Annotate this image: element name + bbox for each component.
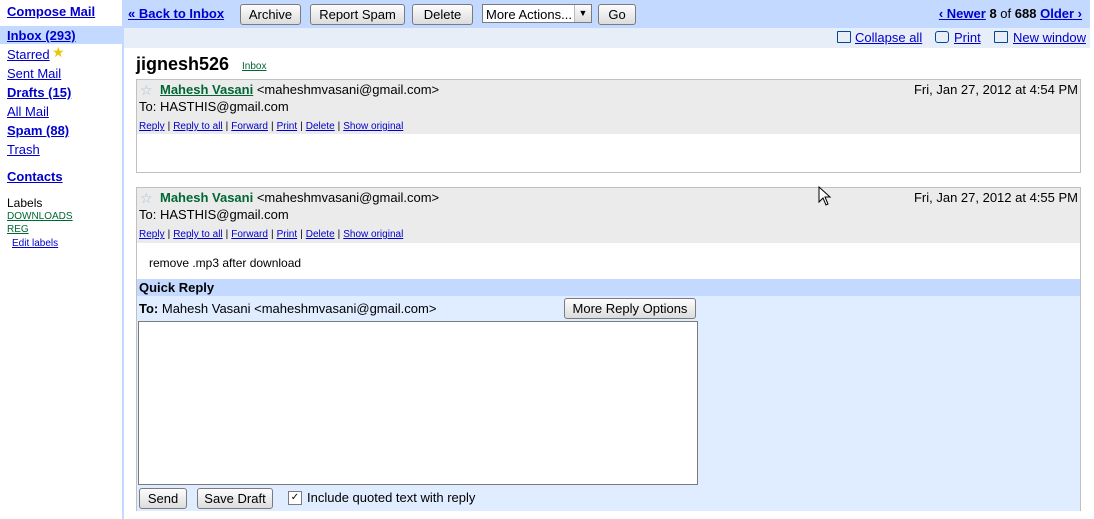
labels-heading: Labels (7, 196, 43, 210)
pager-total: 688 (1014, 6, 1037, 21)
star-icon[interactable]: ☆ (140, 82, 153, 99)
pager-of: of (1000, 6, 1012, 21)
label-downloads[interactable]: DOWNLOADS (7, 211, 73, 222)
collapse-icon (837, 31, 851, 43)
go-button[interactable]: Go (598, 4, 636, 25)
sender-name[interactable]: Mahesh Vasani (160, 82, 253, 97)
sidebar-item-sent[interactable]: Sent Mail (7, 66, 61, 81)
delete-button[interactable]: Delete (412, 4, 473, 25)
pager: ‹ Newer 8 of 688 Older › (939, 6, 1082, 21)
message-2-date: Fri, Jan 27, 2012 at 4:55 PM (913, 190, 1078, 205)
more-actions-select[interactable]: More Actions... ▼ (482, 4, 592, 23)
reply-link[interactable]: Reply (139, 229, 165, 240)
show-original-link[interactable]: Show original (343, 121, 403, 132)
report-spam-button[interactable]: Report Spam (310, 4, 405, 25)
pager-position: 8 (989, 6, 997, 21)
message-2-body: remove .mp3 after download (149, 256, 302, 270)
main-left-border (122, 0, 124, 519)
message-2-to: To: HASTHIS@gmail.com (139, 207, 289, 222)
include-quoted-checkbox[interactable]: ✓ (288, 491, 302, 505)
printer-icon (935, 31, 949, 43)
more-actions-value: More Actions... (486, 7, 572, 22)
reply-all-link[interactable]: Reply to all (173, 229, 222, 240)
main-panel: « Back to Inbox Archive Report Spam Dele… (122, 0, 1094, 519)
back-to-inbox-link[interactable]: « Back to Inbox (128, 6, 224, 21)
compose-mail-link[interactable]: Compose Mail (7, 4, 95, 19)
sender-name[interactable]: Mahesh Vasani (160, 190, 253, 205)
print-message-link[interactable]: Print (277, 121, 298, 132)
star-icon[interactable]: ☆ (140, 190, 153, 207)
message-1-date: Fri, Jan 27, 2012 at 4:54 PM (913, 82, 1078, 97)
quick-reply-to: To: Mahesh Vasani <maheshmvasani@gmail.c… (139, 301, 436, 316)
newer-link[interactable]: ‹ Newer (939, 6, 986, 21)
sidebar-item-trash[interactable]: Trash (7, 142, 40, 157)
save-draft-button[interactable]: Save Draft (197, 488, 273, 509)
quick-reply-to-label: To: (139, 301, 159, 316)
conversation-actions-bar: Collapse all Print New window (124, 28, 1090, 48)
message-1-to: To: HASTHIS@gmail.com (139, 99, 289, 114)
sidebar-item-contacts[interactable]: Contacts (7, 169, 63, 184)
label-reg[interactable]: REG (7, 224, 29, 235)
quick-reply-panel: Quick Reply To: Mahesh Vasani <maheshmva… (136, 279, 1081, 511)
forward-link[interactable]: Forward (231, 121, 268, 132)
print-message-link[interactable]: Print (277, 229, 298, 240)
message-2: ☆ Mahesh Vasani <maheshmvasani@gmail.com… (136, 187, 1081, 280)
reply-all-link[interactable]: Reply to all (173, 121, 222, 132)
more-reply-options-button[interactable]: More Reply Options (564, 298, 696, 319)
message-1-actions: Reply | Reply to all | Forward | Print | Delete |… (139, 121, 404, 132)
edit-labels-link[interactable]: Edit labels (12, 238, 58, 249)
message-1-from: Mahesh Vasani <maheshmvasani@gmail.com> (160, 82, 439, 97)
sidebar-item-spam[interactable]: Spam (88) (7, 123, 69, 138)
send-button[interactable]: Send (139, 488, 187, 509)
sender-email: <maheshmvasani@gmail.com> (256, 82, 440, 97)
collapse-all-link[interactable]: Collapse all (855, 30, 922, 45)
reply-textarea[interactable] (138, 321, 698, 485)
quick-reply-to-value: Mahesh Vasani <maheshmvasani@gmail.com> (161, 301, 437, 316)
toolbar: « Back to Inbox Archive Report Spam Dele… (124, 0, 1090, 28)
starred-star-icon: ★ (52, 44, 65, 60)
sidebar-item-all-mail[interactable]: All Mail (7, 104, 49, 119)
sender-email: <maheshmvasani@gmail.com> (256, 190, 440, 205)
new-window-link[interactable]: New window (1013, 30, 1086, 45)
older-link[interactable]: Older › (1040, 6, 1082, 21)
sidebar-item-drafts[interactable]: Drafts (15) (7, 85, 71, 100)
mouse-pointer-icon (818, 186, 832, 206)
new-window-icon (994, 31, 1008, 43)
message-1: ☆ Mahesh Vasani <maheshmvasani@gmail.com… (136, 79, 1081, 173)
include-quoted-label: Include quoted text with reply (307, 490, 476, 505)
reply-link[interactable]: Reply (139, 121, 165, 132)
delete-message-link[interactable]: Delete (306, 121, 335, 132)
quick-reply-title: Quick Reply (137, 279, 1080, 296)
message-2-actions: Reply | Reply to all | Forward | Print | Delete |… (139, 229, 404, 240)
message-2-from: Mahesh Vasani <maheshmvasani@gmail.com> (160, 190, 439, 205)
show-original-link[interactable]: Show original (343, 229, 403, 240)
archive-button[interactable]: Archive (240, 4, 301, 25)
print-link[interactable]: Print (954, 30, 981, 45)
delete-message-link[interactable]: Delete (306, 229, 335, 240)
sidebar: Compose Mail Inbox (293) Starred ★ Sent … (0, 0, 122, 519)
conversation-label-inbox[interactable]: Inbox (242, 61, 266, 72)
sidebar-item-starred[interactable]: Starred (7, 47, 50, 62)
chevron-down-icon: ▼ (574, 5, 591, 22)
forward-link[interactable]: Forward (231, 229, 268, 240)
sidebar-item-inbox[interactable]: Inbox (293) (7, 28, 76, 43)
conversation-subject: jignesh526 (136, 54, 230, 74)
